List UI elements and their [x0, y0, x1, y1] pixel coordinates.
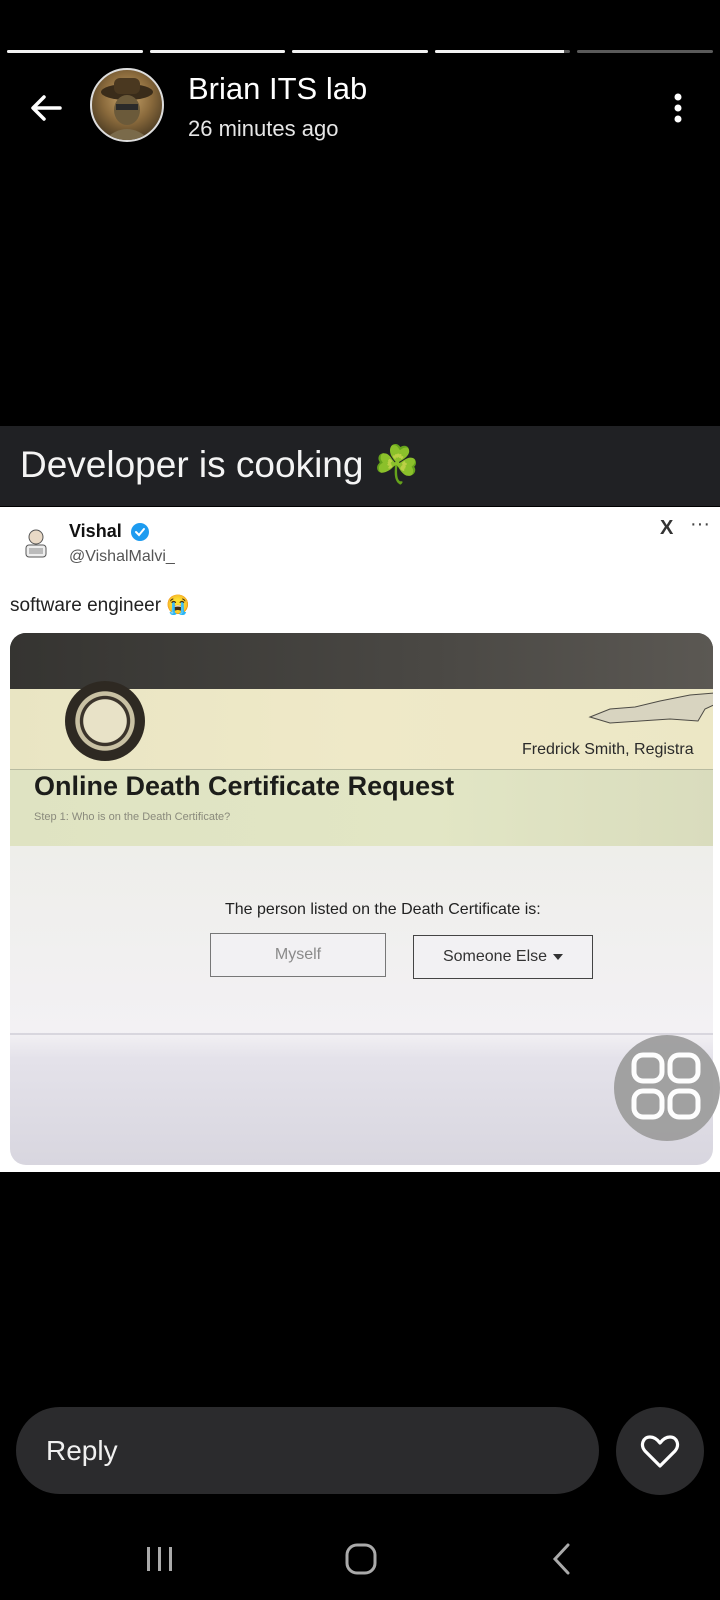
floating-grid-button[interactable]: [614, 1035, 720, 1141]
photo-dark-band: [10, 633, 713, 689]
option-someone-else-label: Someone Else: [442, 948, 548, 965]
post-time: 26 minutes ago: [188, 116, 339, 141]
progress-segment: [292, 50, 428, 53]
like-button[interactable]: [616, 1407, 704, 1495]
tweet-menu-icon: ···: [690, 513, 710, 535]
heart-icon: [640, 1435, 680, 1468]
progress-fill: [434, 50, 564, 53]
progress-fill: [149, 50, 286, 53]
recent-apps-icon[interactable]: [144, 1544, 176, 1574]
nav-back-icon[interactable]: [550, 1542, 574, 1576]
form-step-label: Step 1: Who is on the Death Certificate?: [34, 811, 231, 823]
back-arrow-icon[interactable]: [26, 88, 66, 128]
x-logo: X: [660, 517, 674, 539]
shared-post-image: Vishal @VishalMalvi_ X ··· software engi…: [0, 507, 720, 1172]
reply-placeholder: Reply: [46, 1434, 118, 1466]
progress-fill: [292, 50, 428, 53]
photo-divider: [10, 1033, 713, 1035]
story-progress: [7, 50, 713, 54]
system-navigation-bar: [0, 1520, 720, 1600]
progress-fill: [7, 50, 143, 53]
tweet-photo: Fredrick Smith, Registra Online Death Ce…: [10, 633, 713, 1165]
progress-segment: [434, 50, 571, 53]
progress-segment: [7, 50, 143, 53]
user-name[interactable]: Brian ITS lab: [188, 71, 367, 107]
state-map-icon: [588, 692, 713, 724]
story-caption: Developer is cooking ☘️: [20, 444, 420, 485]
avatar[interactable]: [90, 68, 164, 142]
tweet-text: software engineer 😭: [10, 595, 190, 616]
progress-segment: [577, 50, 713, 53]
verified-badge-icon: [131, 523, 149, 541]
form-question: The person listed on the Death Certifica…: [225, 901, 541, 918]
home-icon[interactable]: [343, 1541, 379, 1577]
option-someone-else-button: Someone Else: [413, 935, 593, 979]
tweet-author-name: Vishal: [69, 521, 122, 541]
progress-segment: [149, 50, 286, 53]
reply-input[interactable]: Reply: [16, 1407, 599, 1494]
registrar-text: Fredrick Smith, Registra: [522, 741, 694, 758]
state-seal-icon: [65, 681, 145, 761]
more-vertical-icon[interactable]: [666, 88, 690, 128]
option-myself-button: Myself: [210, 933, 386, 977]
form-heading: Online Death Certificate Request: [34, 771, 455, 801]
tweet-handle: @VishalMalvi_: [69, 548, 175, 565]
caret-down-icon: [553, 954, 564, 960]
tweet-avatar: [25, 529, 47, 558]
